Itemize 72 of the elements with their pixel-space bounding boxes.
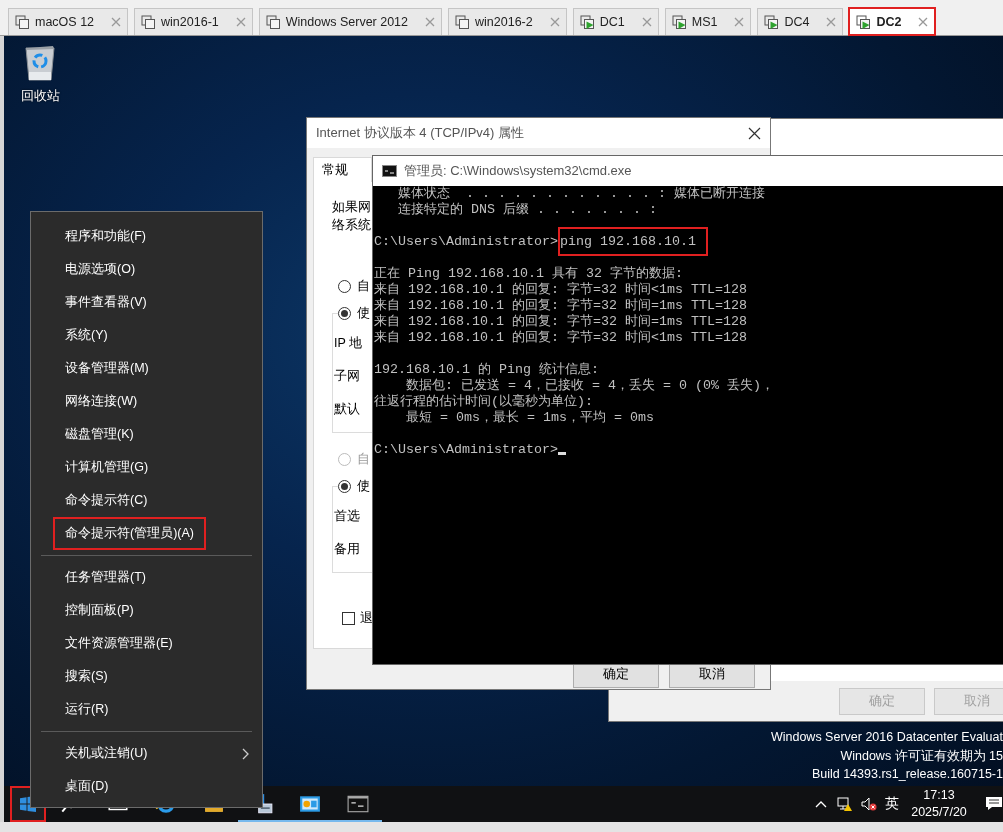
field-label: 默认 [333,401,360,418]
recycle-bin-icon[interactable] [23,44,57,82]
dashboard-icon [299,793,321,815]
menu-item[interactable]: 设备管理器(M) [55,354,159,383]
menu-item[interactable]: 桌面(D) [55,772,119,801]
vm-tab[interactable]: DC2 [849,8,936,35]
vm-tab[interactable]: macOS 12 [8,8,129,35]
intro-text: 如果网 [332,199,371,216]
menu-item[interactable]: 控制面板(P) [55,596,144,625]
console-line: 192.168.10.1 的 Ping 统计信息: [374,362,600,378]
dialog-tab[interactable]: 常规 [313,157,372,182]
menu-item[interactable]: 文件资源管理器(E) [55,629,183,658]
console-command: ping 192.168.10.1 [557,227,708,256]
field-label: 子网 [333,368,360,385]
console-line: 媒体状态 . . . . . . . . . . . . : 媒体已断开连接 [397,186,766,202]
field-label: 备用 [333,541,360,558]
console-line: 连接特定的 DNS 后缀 . . . . . . . : [397,202,658,218]
menu-item[interactable]: 网络连接(W) [55,387,148,416]
menu-item[interactable]: 任务管理器(T) [55,563,156,592]
terminal-icon [347,793,369,815]
menu-item[interactable]: 运行(R) [55,695,119,724]
menu-item[interactable]: 计算机管理(G) [55,453,159,482]
vm-tab[interactable]: DC1 [572,8,659,35]
input-method-indicator[interactable]: 英 [881,795,903,813]
os-info-text: Windows 许可证有效期为 15 [839,747,1003,765]
menu-item[interactable]: 命令提示符(C) [55,486,158,515]
notification-icon[interactable] [985,795,1003,813]
muted-speaker-icon[interactable] [861,796,877,812]
radio-button[interactable] [338,307,351,320]
menu-item[interactable]: 命令提示符(管理员)(A) [55,519,204,548]
radio-label: 使 [357,478,370,495]
menu-item[interactable]: 搜索(S) [55,662,118,691]
menu-item[interactable]: 磁盘管理(K) [55,420,144,449]
console-prompt: C:\Users\Administrator> [374,234,558,249]
vm-tab[interactable]: win2016-2 [448,8,567,35]
menu-item[interactable]: 关机或注销(U) [55,739,158,768]
menu-item[interactable]: 程序和功能(F) [55,222,156,251]
os-info-text: Windows Server 2016 Datacenter Evaluat [770,729,1003,746]
checkbox[interactable] [342,611,355,625]
console-line: 来自 192.168.10.1 的回复: 字节=32 时间=1ms TTL=128 [374,314,748,330]
intro-text: 络系统 [332,217,371,234]
radio-label: 自 [357,451,370,468]
console-prompt: C:\Users\Administrator> [374,442,558,457]
field-label: 首选 [333,508,360,525]
radio-label: 使 [357,305,370,322]
checkbox-label: 退 [360,609,373,627]
console-line: 最短 = 0ms，最长 = 1ms，平均 = 0ms [405,410,655,426]
icon-label[interactable]: 回收站 [20,88,60,105]
vm-tab[interactable]: DC4 [757,8,844,35]
radio-button[interactable] [338,480,351,493]
console-line: 来自 192.168.10.1 的回复: 字节=32 时间=1ms TTL=128 [374,298,748,314]
menu-item[interactable]: 电源选项(O) [55,255,146,284]
console-line: 来自 192.168.10.1 的回复: 字节=32 时间<1ms TTL=128 [374,330,748,346]
terminal-icon [382,165,397,177]
vm-tab[interactable]: win2016-1 [134,8,253,35]
os-info-text: Build 14393.rs1_release.160715-1 [810,766,1003,783]
console-line: 来自 192.168.10.1 的回复: 字节=32 时间<1ms TTL=128 [374,282,748,298]
close-icon[interactable] [748,126,761,140]
menu-item[interactable]: 事件查看器(V) [55,288,157,317]
menu-item[interactable]: 系统(Y) [55,321,118,350]
vm-tab[interactable]: MS1 [664,8,752,35]
console-line: 数据包: 已发送 = 4，已接收 = 4，丢失 = 0 (0% 丢失)， [405,378,775,394]
window-title: Internet 协议版本 4 (TCP/IPv4) 属性 [316,124,525,142]
radio-label: 自 [357,278,370,295]
console-line: 正在 Ping 192.168.10.1 具有 32 字节的数据: [374,266,684,282]
window-title: 管理员: C:\Windows\system32\cmd.exe [404,162,632,180]
clock[interactable]: 17:13 2025/7/20 [903,787,975,821]
field-label: IP 地 [333,335,363,352]
console-line: 往返行程的估计时间(以毫秒为单位): [374,394,594,410]
network-warning-icon[interactable] [837,796,853,812]
radio-button[interactable] [338,280,351,293]
vm-tab[interactable]: Windows Server 2012 [258,8,443,35]
